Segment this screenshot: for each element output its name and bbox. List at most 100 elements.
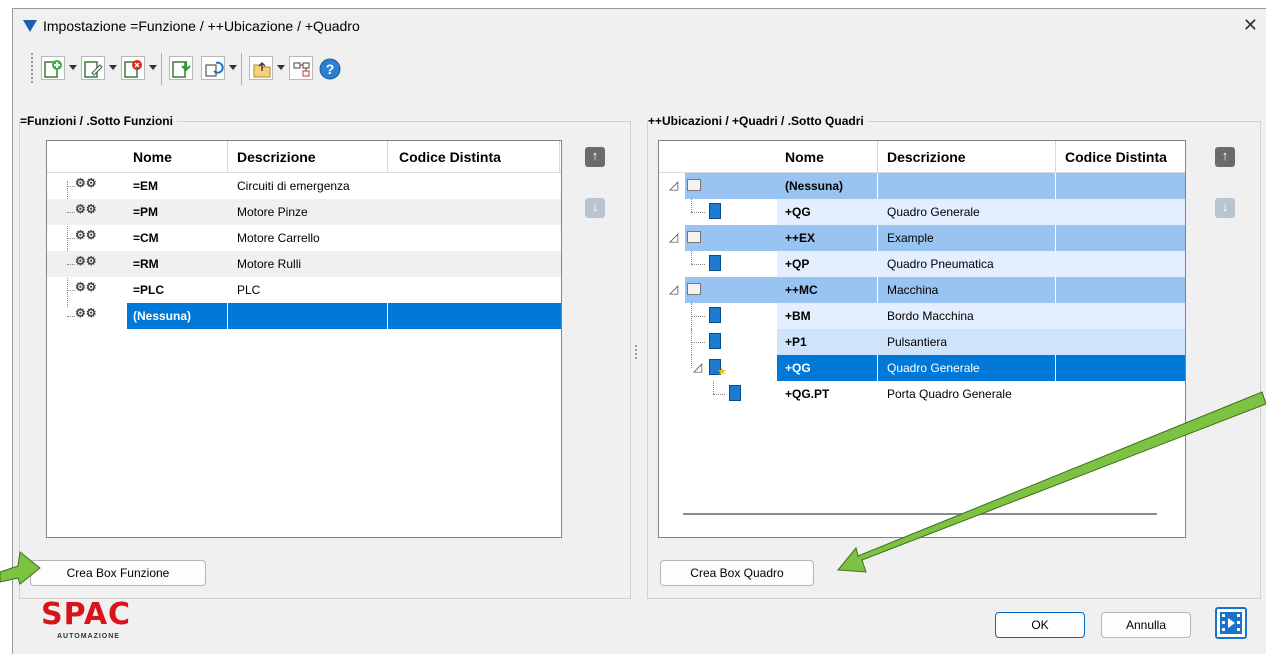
expand-triangle-icon[interactable]: ◿ bbox=[669, 178, 678, 192]
tree-node-panel[interactable]: +P1 Pulsantiera bbox=[659, 329, 1185, 355]
tree-line bbox=[67, 264, 75, 265]
row-background bbox=[777, 329, 1185, 355]
row-nome: +QG bbox=[785, 205, 811, 219]
tree-line bbox=[67, 212, 75, 213]
column-separator bbox=[1055, 141, 1056, 173]
functions-grid[interactable]: Nome Descrizione Codice Distinta ⚙⚙ =EM … bbox=[46, 140, 562, 538]
row-descrizione: Porta Quadro Generale bbox=[887, 387, 1012, 401]
edit-button[interactable] bbox=[81, 56, 105, 80]
expand-triangle-icon[interactable]: ◿ bbox=[669, 282, 678, 296]
chevron-down-icon[interactable] bbox=[149, 65, 157, 70]
function-gear-icon: ⚙⚙ bbox=[75, 280, 97, 294]
delete-icon bbox=[124, 60, 142, 78]
function-gear-icon: ⚙⚙ bbox=[75, 176, 97, 190]
location-house-icon bbox=[687, 231, 701, 243]
folder-up-button[interactable] bbox=[249, 56, 273, 80]
selection-highlight bbox=[777, 355, 1185, 381]
arrow-down-icon: ↓ bbox=[1221, 199, 1229, 214]
table-row[interactable]: ⚙⚙ =CM Motore Carrello bbox=[47, 225, 561, 251]
add-function-icon bbox=[44, 60, 62, 78]
row-nome: =PLC bbox=[133, 283, 165, 297]
column-separator bbox=[387, 303, 388, 329]
tree-structure-button[interactable] bbox=[289, 56, 313, 80]
create-panel-box-button[interactable]: Crea Box Quadro bbox=[660, 560, 814, 586]
functions-grid-header: Nome Descrizione Codice Distinta bbox=[47, 141, 561, 173]
row-descrizione: Pulsantiera bbox=[887, 335, 948, 349]
create-function-box-button[interactable]: Crea Box Funzione bbox=[30, 560, 206, 586]
chevron-down-icon[interactable] bbox=[69, 65, 77, 70]
splitter-handle[interactable] bbox=[635, 345, 637, 359]
window-title: Impostazione =Funzione / ++Ubicazione / … bbox=[43, 18, 360, 34]
expand-triangle-icon[interactable]: ◿ bbox=[693, 360, 702, 374]
function-gear-icon: ⚙⚙ bbox=[75, 202, 97, 216]
move-up-button[interactable]: ↑ bbox=[585, 147, 605, 167]
row-nome: +BM bbox=[785, 309, 811, 323]
table-row[interactable]: ⚙⚙ =PLC PLC bbox=[47, 277, 561, 303]
row-descrizione: PLC bbox=[237, 283, 261, 297]
close-icon[interactable]: ✕ bbox=[1243, 15, 1258, 36]
panel-door-icon bbox=[709, 333, 721, 349]
tree-node-location[interactable]: ◿ ++EX Example bbox=[659, 225, 1185, 251]
row-nome: +QG.PT bbox=[785, 387, 830, 401]
move-down-button[interactable]: ↓ bbox=[1215, 198, 1235, 218]
tree-node-panel[interactable]: +QG Quadro Generale bbox=[659, 199, 1185, 225]
toolbar-separator bbox=[161, 53, 162, 85]
locations-group-title: ++Ubicazioni / +Quadri / .Sotto Quadri bbox=[648, 114, 868, 128]
import-button[interactable] bbox=[169, 56, 193, 80]
tree-line bbox=[67, 186, 75, 187]
tree-line bbox=[67, 238, 75, 239]
column-header-codice-distinta[interactable]: Codice Distinta bbox=[1065, 149, 1167, 165]
star-icon: ★ bbox=[717, 366, 727, 378]
add-function-button[interactable] bbox=[41, 56, 65, 80]
video-help-button[interactable] bbox=[1215, 607, 1247, 639]
function-gear-icon: ⚙⚙ bbox=[75, 254, 97, 268]
chevron-down-icon[interactable] bbox=[109, 65, 117, 70]
functions-group-title: =Funzioni / .Sotto Funzioni bbox=[20, 114, 177, 128]
column-separator bbox=[1055, 355, 1056, 381]
tree-node-panel[interactable]: +BM Bordo Macchina bbox=[659, 303, 1185, 329]
delete-button[interactable] bbox=[121, 56, 145, 80]
toolbar-grip[interactable] bbox=[31, 53, 35, 83]
panel-door-icon bbox=[729, 385, 741, 401]
row-descrizione: Quadro Generale bbox=[887, 205, 980, 219]
tree-node-subpanel[interactable]: +QG.PT Porta Quadro Generale bbox=[659, 381, 1185, 407]
chevron-down-icon[interactable] bbox=[277, 65, 285, 70]
help-button[interactable]: ? bbox=[317, 56, 341, 80]
table-row[interactable]: ⚙⚙ =RM Motore Rulli bbox=[47, 251, 561, 277]
horizontal-scrollbar[interactable] bbox=[683, 513, 1157, 515]
table-row-selected[interactable]: ⚙⚙ (Nessuna) bbox=[47, 303, 561, 329]
refresh-button[interactable] bbox=[201, 56, 225, 80]
move-down-button[interactable]: ↓ bbox=[585, 198, 605, 218]
row-nome: ++EX bbox=[785, 231, 816, 245]
chevron-down-icon[interactable] bbox=[229, 65, 237, 70]
row-descrizione: Quadro Generale bbox=[887, 361, 980, 375]
column-header-descrizione[interactable]: Descrizione bbox=[237, 149, 316, 165]
app-logo-icon bbox=[23, 20, 37, 32]
table-row[interactable]: ⚙⚙ =EM Circuiti di emergenza bbox=[47, 173, 561, 199]
column-header-descrizione[interactable]: Descrizione bbox=[887, 149, 966, 165]
expand-triangle-icon[interactable]: ◿ bbox=[669, 230, 678, 244]
table-row[interactable]: ⚙⚙ =PM Motore Pinze bbox=[47, 199, 561, 225]
tree-node-panel-selected[interactable]: ◿ ★ +QG Quadro Generale bbox=[659, 355, 1185, 381]
tree-node-location[interactable]: ◿ (Nessuna) bbox=[659, 173, 1185, 199]
row-background bbox=[777, 199, 1185, 225]
column-header-codice-distinta[interactable]: Codice Distinta bbox=[399, 149, 501, 165]
tree-node-panel[interactable]: +QP Quadro Pneumatica bbox=[659, 251, 1185, 277]
ok-button[interactable]: OK bbox=[995, 612, 1085, 638]
locations-grid[interactable]: Nome Descrizione Codice Distinta ◿ (Ness… bbox=[658, 140, 1186, 538]
move-up-button[interactable]: ↑ bbox=[1215, 147, 1235, 167]
cancel-button[interactable]: Annulla bbox=[1101, 612, 1191, 638]
column-separator bbox=[387, 141, 388, 173]
panel-door-icon bbox=[709, 203, 721, 219]
tree-line bbox=[691, 355, 692, 368]
panel-door-icon bbox=[709, 255, 721, 271]
dialog-window: Impostazione =Funzione / ++Ubicazione / … bbox=[12, 8, 1266, 654]
column-header-nome[interactable]: Nome bbox=[133, 149, 172, 165]
row-nome: =CM bbox=[133, 231, 159, 245]
column-header-nome[interactable]: Nome bbox=[785, 149, 824, 165]
tree-line bbox=[691, 264, 705, 265]
tree-line bbox=[691, 199, 692, 212]
film-play-icon bbox=[1220, 612, 1242, 634]
tree-node-location[interactable]: ◿ ++MC Macchina bbox=[659, 277, 1185, 303]
column-separator bbox=[1055, 225, 1056, 251]
